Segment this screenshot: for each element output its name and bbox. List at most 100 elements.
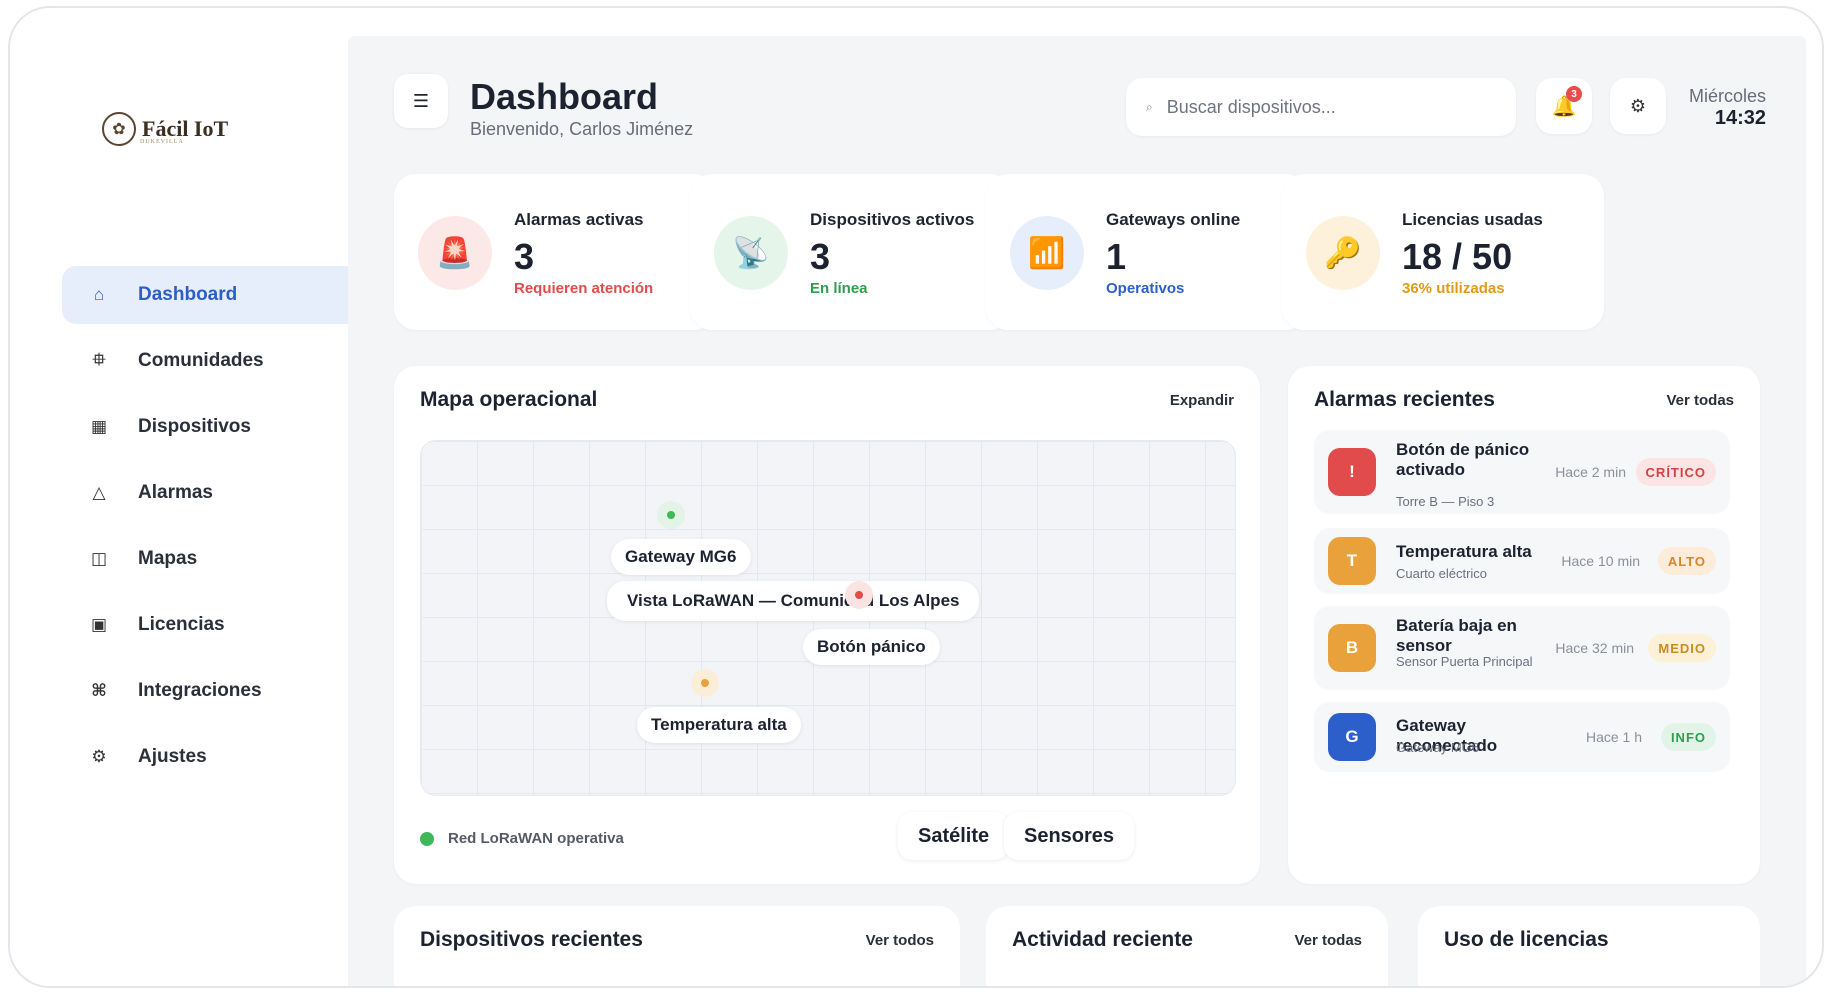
alarm-avatar: T <box>1328 537 1376 585</box>
command-icon: ⌘ <box>91 681 107 700</box>
map-icon: ◫ <box>90 549 108 568</box>
map-title: Mapa operacional <box>420 388 598 411</box>
alarm-location: Gateway MG6 <box>1396 740 1480 755</box>
sidebar-item-label: Licencias <box>138 614 225 635</box>
status-dot-icon <box>420 831 434 846</box>
stat-value: 1 <box>1106 236 1127 277</box>
map-canvas[interactable]: Gateway MG6 Vista LoRaWAN — Comunidad Lo… <box>420 440 1236 796</box>
hamburger-icon: ☰ <box>412 90 430 111</box>
stat-label: Gateways online <box>1106 210 1241 229</box>
current-day: Miércoles <box>1688 86 1766 106</box>
sidebar-item-label: Dispositivos <box>138 416 251 437</box>
sidebar-item-label: Comunidades <box>138 350 264 371</box>
stat-card[interactable]: 📶 Gateways online 1 Operativos <box>986 174 1308 330</box>
notifications-button[interactable]: 🔔 3 <box>1536 78 1592 134</box>
settings-button[interactable]: ⚙ <box>1610 78 1666 134</box>
map-pin-temperature[interactable] <box>691 669 719 697</box>
sidebar-item-comunidades[interactable]: ⯐ Comunidades <box>62 332 386 390</box>
community-icon: ⯐ <box>92 349 106 369</box>
alarm-time: Hace 2 min <box>1555 464 1626 480</box>
alarms-title: Alarmas recientes <box>1314 388 1495 411</box>
search-icon: ⌕ <box>1146 99 1153 114</box>
expand-map-button[interactable]: Expandir <box>1170 392 1234 409</box>
recent-activity-title: Actividad reciente <box>1012 928 1193 951</box>
alarm-time: Hace 10 min <box>1561 553 1640 569</box>
severity-badge: ALTO <box>1657 547 1716 575</box>
license-usage-panel: Uso de licencias <box>1418 906 1760 986</box>
view-all-alarms-link[interactable]: Ver todas <box>1666 392 1734 409</box>
alarm-avatar: G <box>1328 713 1376 761</box>
alarm-item[interactable]: T Temperatura alta Cuarto eléctrico Hace 10… <box>1314 528 1730 594</box>
stat-card[interactable]: 📡 Dispositivos activos 3 En línea <box>690 174 1012 330</box>
stat-label: Licencias usadas <box>1402 210 1543 229</box>
sensors-toggle[interactable]: Sensores <box>1004 812 1135 860</box>
alarm-time: Hace 1 h <box>1585 729 1642 745</box>
map-label-temperature: Temperatura alta <box>637 707 801 743</box>
siren-icon: 🚨 <box>418 216 492 290</box>
license-usage-title: Uso de licencias <box>1444 928 1609 951</box>
recent-devices-title: Dispositivos recientes <box>420 928 643 951</box>
app-window: ✿ Fácil IoT DUKEVILLA ⌂ Dashboard ⯐ Comunid… <box>8 6 1824 988</box>
sidebar-item-label: Dashboard <box>138 284 238 305</box>
brand-logo[interactable]: ✿ Fácil IoT DUKEVILLA <box>102 112 228 146</box>
sidebar-item-dispositivos[interactable]: ▦ Dispositivos <box>62 398 386 456</box>
view-all-devices-link[interactable]: Ver todos <box>866 932 934 949</box>
warning-icon: △ <box>92 483 106 502</box>
stat-card[interactable]: 🚨 Alarmas activas 3 Requieren atención <box>394 174 716 330</box>
sidebar-item-alarmas[interactable]: △ Alarmas <box>62 464 386 522</box>
sidebar-item-label: Integraciones <box>138 680 262 701</box>
stat-value: 3 <box>810 236 831 277</box>
stat-label: Dispositivos activos <box>810 210 975 229</box>
sidebar-item-dashboard[interactable]: ⌂ Dashboard <box>62 266 386 324</box>
alarm-title: Temperatura alta <box>1396 542 1532 561</box>
recent-devices-panel: Dispositivos recientes Ver todos <box>394 906 960 986</box>
severity-badge: MEDIO <box>1648 634 1716 662</box>
alarm-time: Hace 32 min <box>1555 640 1634 656</box>
recent-activity-panel: Actividad reciente Ver todas <box>986 906 1388 986</box>
map-panel: Mapa operacional Expandir Gateway MG6 Vi… <box>394 366 1260 884</box>
network-status-text: Red LoRaWAN operativa <box>448 830 624 847</box>
gear-icon: ⚙ <box>1629 95 1647 116</box>
sidebar-item-mapas[interactable]: ◫ Mapas <box>62 530 386 588</box>
alarm-title: Batería baja en sensor <box>1396 616 1517 655</box>
network-status: Red LoRaWAN operativa <box>420 830 624 847</box>
stat-label: Alarmas activas <box>514 210 644 229</box>
current-time: 14:32 <box>1714 107 1766 129</box>
grid-icon: ▦ <box>90 417 108 436</box>
sidebar-item-label: Mapas <box>138 548 198 569</box>
stat-note: En línea <box>810 280 868 297</box>
stat-card[interactable]: 🔑 Licencias usadas 18 / 50 36% utilizadas <box>1282 174 1604 330</box>
alarm-location: Cuarto eléctrico <box>1396 566 1488 581</box>
map-center-label: Vista LoRaWAN — Comunidad Los Alpes <box>607 581 980 621</box>
search-box[interactable]: ⌕ <box>1126 78 1516 136</box>
recent-alarms-panel: Alarmas recientes Ver todas ! Botón de pá… <box>1288 366 1760 884</box>
license-icon: ▣ <box>90 615 108 634</box>
sidebar-item-licencias[interactable]: ▣ Licencias <box>62 596 386 654</box>
alarm-title: Botón de pánico activado <box>1396 440 1530 479</box>
stat-note: 36% utilizadas <box>1402 280 1505 297</box>
stat-note: Requieren atención <box>514 280 654 297</box>
map-pin-panic[interactable] <box>845 581 873 609</box>
menu-button[interactable]: ☰ <box>394 74 448 128</box>
sidebar-item-ajustes[interactable]: ⚙ Ajustes <box>62 728 386 786</box>
signal-chart-icon: 📶 <box>1010 216 1084 290</box>
search-input[interactable] <box>1164 95 1489 119</box>
alarm-location: Sensor Puerta Principal <box>1396 654 1533 669</box>
key-icon: 🔑 <box>1306 216 1380 290</box>
page-title: Dashboard <box>470 76 659 117</box>
view-all-activity-link[interactable]: Ver todas <box>1294 932 1362 949</box>
welcome-text: Bienvenido, Carlos Jiménez <box>470 119 694 139</box>
alarm-avatar: B <box>1328 624 1376 672</box>
alarm-item[interactable]: G Gateway reconectado Gateway MG6 Hace 1 hI… <box>1314 702 1730 772</box>
satellite-icon: 📡 <box>714 216 788 290</box>
map-pin-gateway[interactable] <box>657 501 685 529</box>
satellite-toggle[interactable]: Satélite <box>898 812 1010 860</box>
sidebar-item-integraciones[interactable]: ⌘ Integraciones <box>62 662 386 720</box>
sidebar: ✿ Fácil IoT DUKEVILLA ⌂ Dashboard ⯐ Comunid… <box>10 8 386 986</box>
alarm-item[interactable]: ! Botón de pánico activado Torre B — Piso … <box>1314 430 1730 514</box>
sidebar-item-label: Alarmas <box>138 482 213 503</box>
alarm-item[interactable]: B Batería baja en sensor Sensor Puerta Pri… <box>1314 606 1730 690</box>
alarm-avatar: ! <box>1328 448 1376 496</box>
gear-icon: ⚙ <box>91 747 107 766</box>
sidebar-item-label: Ajustes <box>138 746 207 767</box>
